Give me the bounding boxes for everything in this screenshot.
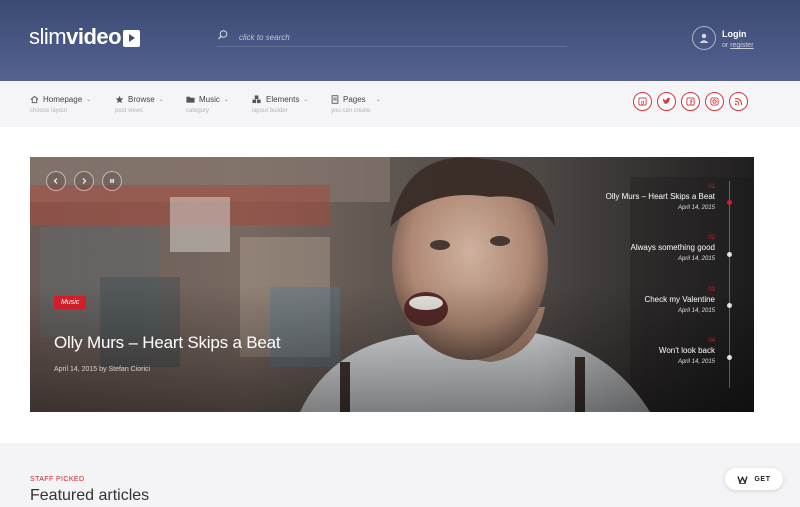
nav-label: Elements <box>266 94 300 104</box>
timeline-dot-active[interactable] <box>727 200 732 205</box>
timeline-date: April 14, 2015 <box>677 256 715 262</box>
register-line: or register <box>722 40 754 52</box>
nav-item-browse[interactable]: Browse ⌄ post views <box>115 93 164 115</box>
timeline-number: 02 <box>708 235 715 241</box>
or-text: or <box>722 42 729 49</box>
prev-slide-button[interactable] <box>46 171 66 191</box>
nav-sublabel: you can create <box>331 108 371 114</box>
next-slide-button[interactable] <box>74 171 94 191</box>
account-links: Login or register <box>722 28 754 52</box>
play-logo-icon <box>123 29 141 47</box>
timeline-item[interactable]: 02 Always something good April 14, 2015 <box>631 235 716 262</box>
nav-sublabel: layout builder <box>252 108 288 114</box>
nav-label: Homepage <box>43 94 83 104</box>
nav-item-pages[interactable]: Pages ⌄ you can create <box>331 93 381 115</box>
twitter-icon[interactable] <box>657 92 676 111</box>
search-input[interactable] <box>237 28 561 46</box>
chevron-down-icon: ⌄ <box>86 96 92 103</box>
nav-sublabel: category <box>186 108 210 114</box>
page-icon <box>331 94 339 104</box>
logo-text-bold: video <box>66 24 122 49</box>
nav-item-homepage[interactable]: Homepage ⌄ choose layout <box>30 93 92 115</box>
hero-title[interactable]: Olly Murs – Heart Skips a Beat <box>54 333 281 353</box>
google-plus-icon[interactable]: g <box>633 92 652 111</box>
logo-text-light: slim <box>29 24 67 49</box>
user-avatar-icon[interactable] <box>692 26 716 50</box>
nav-label: Pages <box>343 94 366 104</box>
social-links: g <box>633 92 748 111</box>
register-link[interactable]: register <box>730 42 753 49</box>
timeline-title: Won't look back <box>658 346 715 355</box>
nav-label: Browse <box>128 94 155 104</box>
timeline-number: 01 <box>708 184 715 190</box>
nav-item-elements[interactable]: Elements ⌄ layout builder <box>252 93 309 115</box>
chevron-down-icon: ⌄ <box>303 96 309 103</box>
cubes-icon <box>252 94 261 103</box>
chevron-down-icon: ⌄ <box>158 96 164 103</box>
timeline-item[interactable]: 01 Olly Murs – Heart Skips a Beat April … <box>606 184 715 211</box>
timeline-date: April 14, 2015 <box>677 205 715 211</box>
section-title: Featured articles <box>30 487 150 504</box>
search-bar <box>217 28 567 47</box>
section-kicker: STAFF PICKED <box>30 476 85 483</box>
timeline-title: Always something good <box>630 243 716 252</box>
site-logo[interactable]: slim video <box>29 24 141 50</box>
pause-button[interactable] <box>102 171 122 191</box>
folder-icon <box>186 96 195 103</box>
timeline-title: Check my Valentine <box>644 295 715 304</box>
timeline-dot[interactable] <box>727 303 732 308</box>
nav-label: Music <box>199 94 220 104</box>
rss-icon[interactable] <box>729 92 748 111</box>
chevron-down-icon: ⌄ <box>375 96 381 103</box>
svg-text:g: g <box>641 100 644 105</box>
nav-sublabel: post views <box>115 108 144 114</box>
timeline-title: Olly Murs – Heart Skips a Beat <box>605 192 715 201</box>
timeline-dot[interactable] <box>727 252 732 257</box>
timeline-date: April 14, 2015 <box>677 308 715 314</box>
hero-meta: April 14, 2015 by Stefan Ciorici <box>54 366 151 373</box>
category-badge[interactable]: Music <box>54 296 87 309</box>
home-icon <box>30 95 39 103</box>
login-link[interactable]: Login <box>722 28 754 40</box>
timeline-item[interactable]: 04 Won't look back April 14, 2015 <box>659 338 715 365</box>
get-logo-icon <box>737 475 749 484</box>
timeline-number: 03 <box>708 287 715 293</box>
search-icon <box>218 30 228 40</box>
nav-sublabel: choose layout <box>30 108 68 114</box>
timeline-dot[interactable] <box>727 355 732 360</box>
timeline-number: 04 <box>708 338 715 344</box>
nav-item-music[interactable]: Music ⌄ category <box>186 93 229 115</box>
chevron-down-icon: ⌄ <box>223 96 229 103</box>
instagram-icon[interactable] <box>705 92 724 111</box>
site-header: slim video Login or register <box>0 0 800 81</box>
get-button[interactable]: GET <box>725 468 783 490</box>
facebook-icon[interactable] <box>681 92 700 111</box>
timeline-item[interactable]: 03 Check my Valentine April 14, 2015 <box>644 287 715 314</box>
get-label: GET <box>754 475 771 483</box>
slider-controls <box>46 171 122 191</box>
timeline-date: April 14, 2015 <box>677 359 715 365</box>
star-icon <box>115 95 124 103</box>
